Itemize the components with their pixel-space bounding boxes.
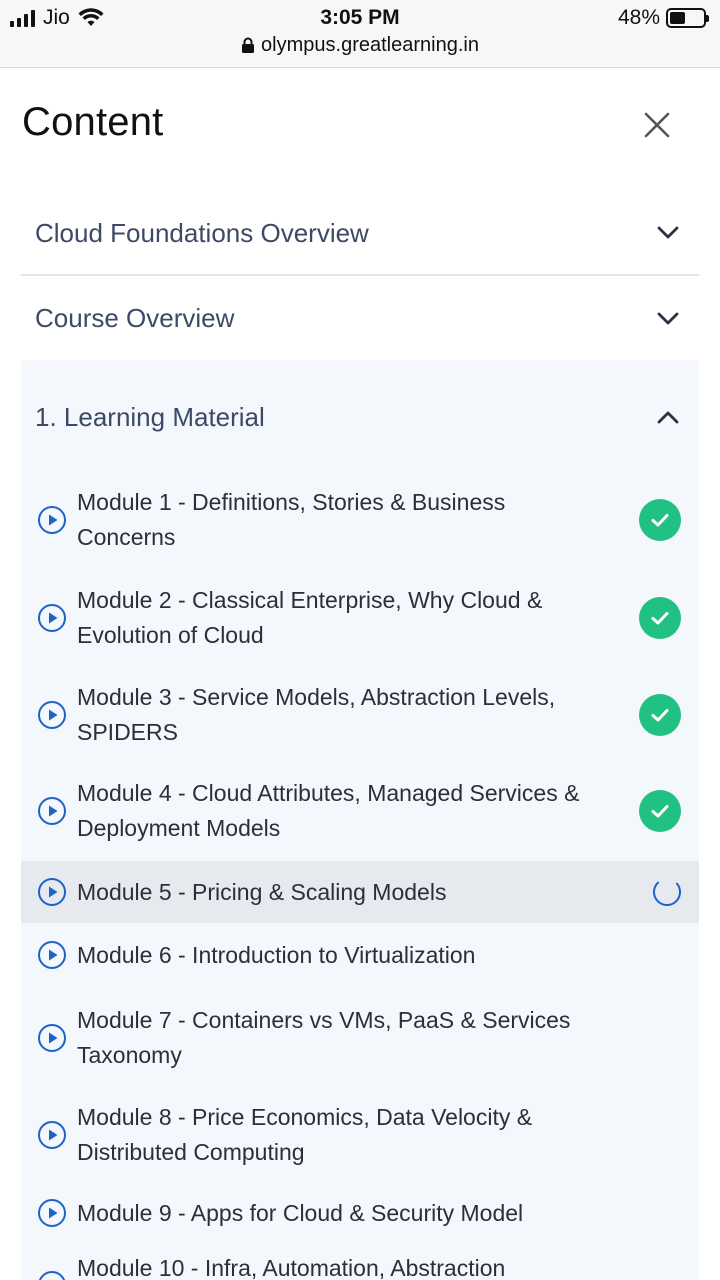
module-title-line: Module 9 - Apps for Cloud & Security Mod… xyxy=(77,1200,524,1226)
module-title: Module 2 - Classical Enterprise, Why Clo… xyxy=(77,583,632,653)
play-circle-icon xyxy=(38,941,66,969)
module-title-line: Module 1 - Definitions, Stories & Busine… xyxy=(77,489,506,515)
module-title: Module 5 - Pricing & Scaling Models xyxy=(77,875,632,910)
loading-spinner-icon xyxy=(653,878,681,906)
module-item[interactable]: Module 6 - Introduction to Virtualizatio… xyxy=(21,923,699,987)
module-item[interactable]: Module 5 - Pricing & Scaling Models xyxy=(21,861,699,923)
completed-check-icon xyxy=(639,597,681,639)
chevron-up-icon xyxy=(657,411,679,424)
module-title-line: Module 3 - Service Models, Abstraction L… xyxy=(77,684,556,710)
completed-check-icon xyxy=(639,790,681,832)
section-label: Cloud Foundations Overview xyxy=(35,217,369,248)
section-cloud-foundations-overview[interactable]: Cloud Foundations Overview xyxy=(21,192,699,276)
play-circle-icon xyxy=(38,506,66,534)
section-label: Course Overview xyxy=(35,303,235,333)
module-item[interactable]: Module 7 - Containers vs VMs, PaaS & Ser… xyxy=(21,985,699,1091)
completed-check-icon xyxy=(639,694,681,736)
section-label: 1. Learning Material xyxy=(35,401,265,432)
module-title-line: Module 6 - Introduction to Virtualizatio… xyxy=(77,942,476,968)
close-button[interactable] xyxy=(636,104,678,146)
completed-check-icon xyxy=(639,499,681,541)
play-circle-icon xyxy=(38,1121,66,1149)
module-title: Module 9 - Apps for Cloud & Security Mod… xyxy=(77,1196,632,1231)
module-title: Module 6 - Introduction to Virtualizatio… xyxy=(77,938,632,973)
section-learning-material[interactable]: 1. Learning Material xyxy=(21,375,699,459)
status-bar: Jio 3:05 PM 48% olympus.greatlearning.in xyxy=(0,0,720,68)
play-circle-icon xyxy=(38,604,66,632)
module-title: Module 1 - Definitions, Stories & Busine… xyxy=(77,485,632,555)
module-title-line: Distributed Computing xyxy=(77,1139,305,1165)
close-icon xyxy=(644,112,670,138)
module-title-line: Concerns xyxy=(77,524,176,550)
battery-icon xyxy=(666,8,709,28)
chevron-down-icon xyxy=(657,226,679,239)
play-circle-icon xyxy=(38,878,66,906)
module-title: Module 4 - Cloud Attributes, Managed Ser… xyxy=(77,776,632,846)
module-item[interactable]: Module 2 - Classical Enterprise, Why Clo… xyxy=(21,568,699,668)
lock-icon xyxy=(242,37,255,53)
module-title-line: Deployment Models xyxy=(77,815,281,841)
module-title-line: Module 5 - Pricing & Scaling Models xyxy=(77,879,447,905)
module-title-line: Module 8 - Price Economics, Data Velocit… xyxy=(77,1104,533,1130)
play-circle-icon xyxy=(38,1271,66,1280)
section-course-overview[interactable]: Course Overview xyxy=(21,277,699,360)
chevron-down-icon xyxy=(657,312,679,324)
battery-group: 48% xyxy=(617,6,709,30)
battery-percent: 48% xyxy=(617,6,660,29)
module-title-line: Module 4 - Cloud Attributes, Managed Ser… xyxy=(77,780,580,806)
url-text: olympus.greatlearning.in xyxy=(261,34,479,56)
module-title-line: Module 7 - Containers vs VMs, PaaS & Ser… xyxy=(77,1007,571,1033)
address-bar[interactable]: olympus.greatlearning.in xyxy=(0,34,720,57)
module-title: Module 3 - Service Models, Abstraction L… xyxy=(77,680,632,750)
module-item[interactable]: Module 4 - Cloud Attributes, Managed Ser… xyxy=(21,762,699,860)
module-title: Module 7 - Containers vs VMs, PaaS & Ser… xyxy=(77,1003,632,1073)
page-title: Content xyxy=(22,100,164,144)
module-title-line: Module 2 - Classical Enterprise, Why Clo… xyxy=(77,587,543,613)
play-circle-icon xyxy=(38,797,66,825)
module-title-line: Evolution of Cloud xyxy=(77,622,264,648)
module-title-line: SPIDERS xyxy=(77,719,178,745)
module-item[interactable]: Module 8 - Price Economics, Data Velocit… xyxy=(21,1083,699,1187)
module-title: Module 10 - Infra, Automation, Abstracti… xyxy=(77,1251,632,1280)
clock: 3:05 PM xyxy=(320,6,400,29)
play-circle-icon xyxy=(38,1199,66,1227)
module-title: Module 8 - Price Economics, Data Velocit… xyxy=(77,1100,632,1170)
play-circle-icon xyxy=(38,1024,66,1052)
play-circle-icon xyxy=(38,701,66,729)
module-item[interactable]: Module 1 - Definitions, Stories & Busine… xyxy=(21,470,699,570)
module-item[interactable]: Module 9 - Apps for Cloud & Security Mod… xyxy=(21,1181,699,1245)
module-item[interactable]: Module 10 - Infra, Automation, Abstracti… xyxy=(21,1245,699,1280)
module-item[interactable]: Module 3 - Service Models, Abstraction L… xyxy=(21,665,699,765)
module-title-line: Taxonomy xyxy=(77,1042,182,1068)
module-title-line: Module 10 - Infra, Automation, Abstracti… xyxy=(77,1255,506,1280)
